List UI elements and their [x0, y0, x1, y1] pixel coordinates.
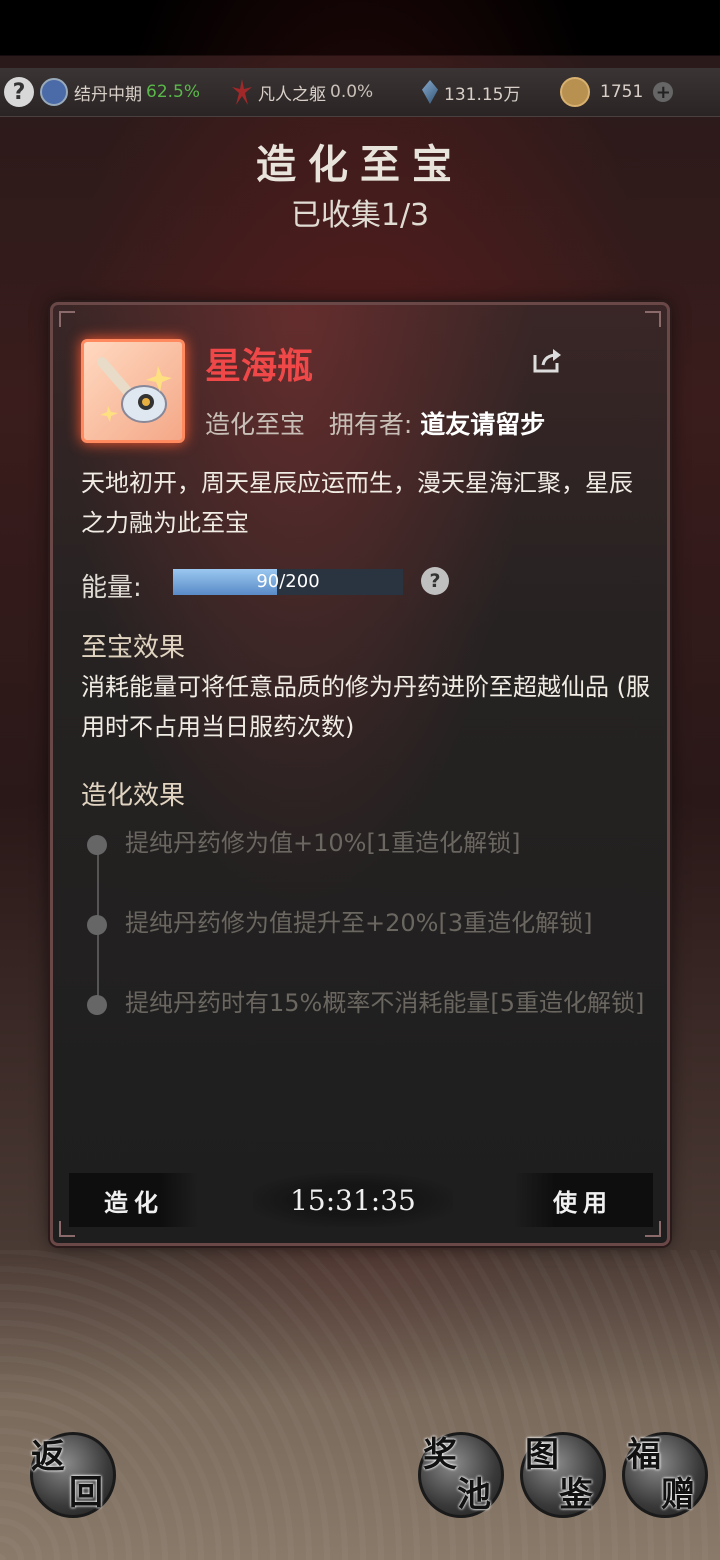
refine-effect-item: 提纯丹药修为值+10%[1重造化解锁] — [125, 829, 521, 857]
refine-effect-item: 提纯丹药时有15%概率不消耗能量[5重造化解锁] — [125, 989, 645, 1017]
owner-name: 道友请留步 — [420, 410, 546, 439]
corner-ornament — [645, 311, 661, 327]
treasure-effect-text: 消耗能量可将任意品质的修为丹药进阶至超越仙品 (服用时不占用当日服药次数) — [81, 673, 650, 741]
gift-button[interactable]: 福 赠 — [622, 1432, 708, 1518]
add-coins-icon[interactable]: + — [653, 82, 674, 103]
spirit-stone-icon — [422, 80, 438, 104]
top-status-bar: ? 结丹中期 62.5% 凡人之躯 0.0% 131.15万 1751 + — [0, 68, 720, 117]
treasure-meta: 造化至宝 拥有者: 道友请留步 — [205, 405, 545, 441]
page-title: 造化至宝 — [256, 141, 464, 188]
energy-help-icon[interactable]: ? — [421, 567, 449, 595]
countdown-timer: 15:31:35 — [253, 1173, 453, 1227]
refine-button[interactable]: 造化 — [69, 1173, 199, 1227]
energy-value: 90/200 — [256, 571, 320, 592]
coin-icon — [560, 77, 590, 107]
gift-char-2: 赠 — [661, 1475, 695, 1515]
coins-value: 1751 — [600, 82, 644, 102]
energy-label: 能量: — [81, 573, 142, 603]
timeline-dot — [87, 835, 107, 855]
pool-char-2: 池 — [457, 1475, 491, 1515]
treasure-name: 星海瓶 — [205, 346, 314, 387]
gift-char-1: 福 — [627, 1435, 661, 1475]
corner-ornament — [59, 311, 75, 327]
pool-char-1: 奖 — [423, 1435, 457, 1475]
treasure-description: 天地初开，周天星辰应运而生，漫天星海汇聚，星辰之力融为此至宝 — [81, 469, 633, 537]
reward-pool-button[interactable]: 奖 池 — [418, 1432, 504, 1518]
star-sea-bottle-icon — [97, 357, 172, 423]
treasure-image[interactable] — [81, 339, 185, 443]
body-progress: 0.0% — [330, 82, 374, 102]
share-icon[interactable] — [531, 347, 563, 373]
realm-label: 结丹中期 — [74, 84, 142, 105]
atlas-char-1: 图 — [525, 1435, 559, 1475]
spirit-stones-value: 131.15万 — [444, 84, 521, 105]
timeline-dot — [87, 995, 107, 1015]
body-status[interactable]: 凡人之躯 0.0% — [232, 68, 373, 116]
body-refine-icon — [232, 79, 252, 105]
back-button[interactable]: 返 回 — [30, 1432, 116, 1518]
collected-count: 已收集1/3 — [290, 198, 430, 233]
help-button[interactable]: ? — [4, 68, 34, 116]
treasure-category: 造化至宝 — [205, 410, 306, 439]
background-waves — [0, 1250, 720, 1560]
help-icon: ? — [4, 77, 34, 107]
body-label: 凡人之躯 — [258, 84, 326, 105]
owner-label: 拥有者: — [328, 410, 413, 439]
back-char-2: 回 — [69, 1473, 103, 1513]
treasure-effect-title: 至宝效果 — [81, 633, 186, 663]
yin-yang-icon — [40, 78, 68, 106]
use-button[interactable]: 使用 — [513, 1173, 653, 1227]
atlas-button[interactable]: 图 鉴 — [520, 1432, 606, 1518]
timeline-dot — [87, 915, 107, 935]
coins[interactable]: 1751 + — [560, 68, 674, 116]
energy-bar: 90/200 — [173, 569, 403, 595]
realm-progress: 62.5% — [146, 82, 201, 102]
back-char-1: 返 — [31, 1437, 65, 1477]
refine-effect-title: 造化效果 — [81, 781, 186, 811]
treasure-card: 星海瓶 造化至宝 拥有者: 道友请留步 天地初开，周天星辰应运而生，漫天星海汇聚… — [50, 302, 670, 1246]
atlas-char-2: 鉴 — [559, 1475, 593, 1515]
spirit-stones[interactable]: 131.15万 — [422, 68, 520, 116]
realm-status[interactable]: 结丹中期 62.5% — [40, 68, 200, 116]
refine-effect-item: 提纯丹药修为值提升至+20%[3重造化解锁] — [125, 909, 593, 937]
